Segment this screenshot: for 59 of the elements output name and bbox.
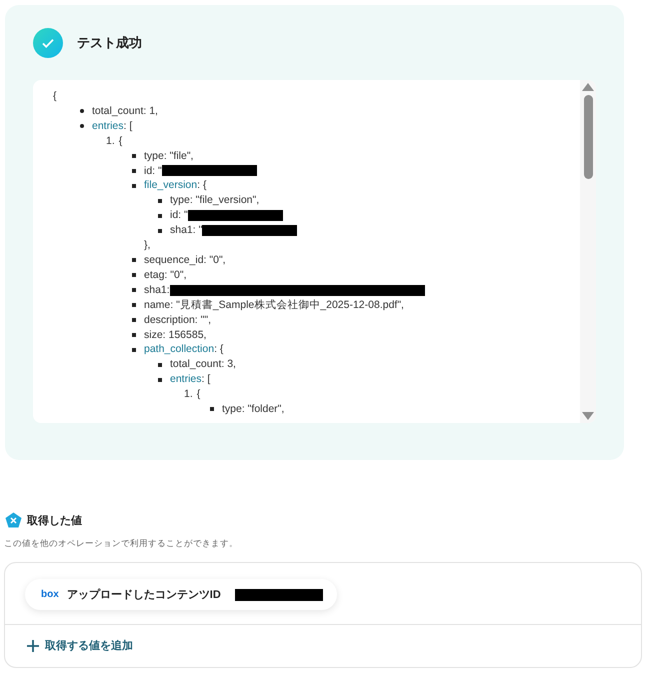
bullet-icon	[158, 362, 162, 367]
json-text: description: "",	[144, 312, 211, 328]
bullet-icon	[158, 214, 162, 218]
plus-icon	[27, 640, 39, 652]
json-text: {	[53, 89, 57, 104]
json-text: size: 156585,	[144, 328, 206, 342]
json-text: etag: "0",	[144, 268, 186, 283]
json-text: type: "file_version",	[170, 193, 260, 208]
bullet-icon	[132, 303, 136, 308]
bullet-icon	[132, 154, 136, 158]
json-text: : {	[214, 342, 224, 358]
scroll-down-icon[interactable]	[582, 412, 594, 420]
section-title: 取得した値	[27, 514, 82, 528]
json-text: },	[144, 238, 150, 253]
add-value-button[interactable]: 取得する値を追加	[27, 638, 133, 653]
json-text: : [	[202, 372, 210, 388]
bullet-icon	[210, 407, 214, 412]
list-number: 1.	[106, 134, 115, 149]
bullet-icon	[132, 273, 136, 278]
json-key: file_version	[144, 178, 198, 194]
check-icon	[33, 28, 63, 58]
bullet-icon	[80, 124, 84, 128]
bullet-icon	[132, 168, 136, 173]
json-text: sequence_id: "0",	[144, 252, 226, 268]
bullet-icon	[132, 258, 136, 262]
json-text: {	[196, 387, 200, 402]
json-text: name: "見積書_Sample株式会社御中_2025-12-08.pdf",	[144, 298, 404, 313]
json-text: id: "	[144, 164, 162, 178]
list-number: 1.	[184, 387, 193, 402]
json-text: : {	[197, 178, 206, 194]
json-text: total_count: 1,	[92, 104, 158, 119]
scroll-up-icon[interactable]	[582, 83, 594, 91]
bullet-icon	[158, 198, 162, 203]
bullet-icon	[158, 228, 162, 233]
bullet-icon	[132, 184, 136, 188]
bullet-icon	[80, 109, 84, 114]
bullet-icon	[132, 332, 136, 337]
value-chip[interactable]: box アップロードしたコンテンツID	[25, 579, 337, 610]
scroll-thumb[interactable]	[584, 95, 592, 179]
bullet-icon	[158, 378, 162, 382]
json-text: sha1: "	[170, 223, 202, 238]
json-text: total_count: 3,	[170, 357, 236, 372]
result-title: テスト成功	[77, 34, 142, 52]
box-logo: box	[41, 589, 59, 600]
json-text: type: "folder",	[222, 402, 284, 417]
bullet-icon	[132, 348, 136, 352]
scrollbar[interactable]	[580, 80, 596, 423]
json-text: type: "file",	[144, 148, 194, 164]
json-text: sha1:	[144, 282, 170, 298]
bullet-icon	[132, 318, 136, 322]
bullet-icon	[132, 288, 136, 292]
json-key: path_collection	[144, 342, 214, 358]
section-description: この値を他のオペレーションで利用することができます。	[4, 538, 239, 550]
json-key: entries	[170, 372, 202, 388]
variable-icon	[5, 512, 22, 528]
json-text: {	[118, 134, 122, 149]
json-key: entries	[92, 118, 124, 134]
json-text: : [	[124, 118, 132, 134]
json-text: id: "	[170, 208, 188, 224]
